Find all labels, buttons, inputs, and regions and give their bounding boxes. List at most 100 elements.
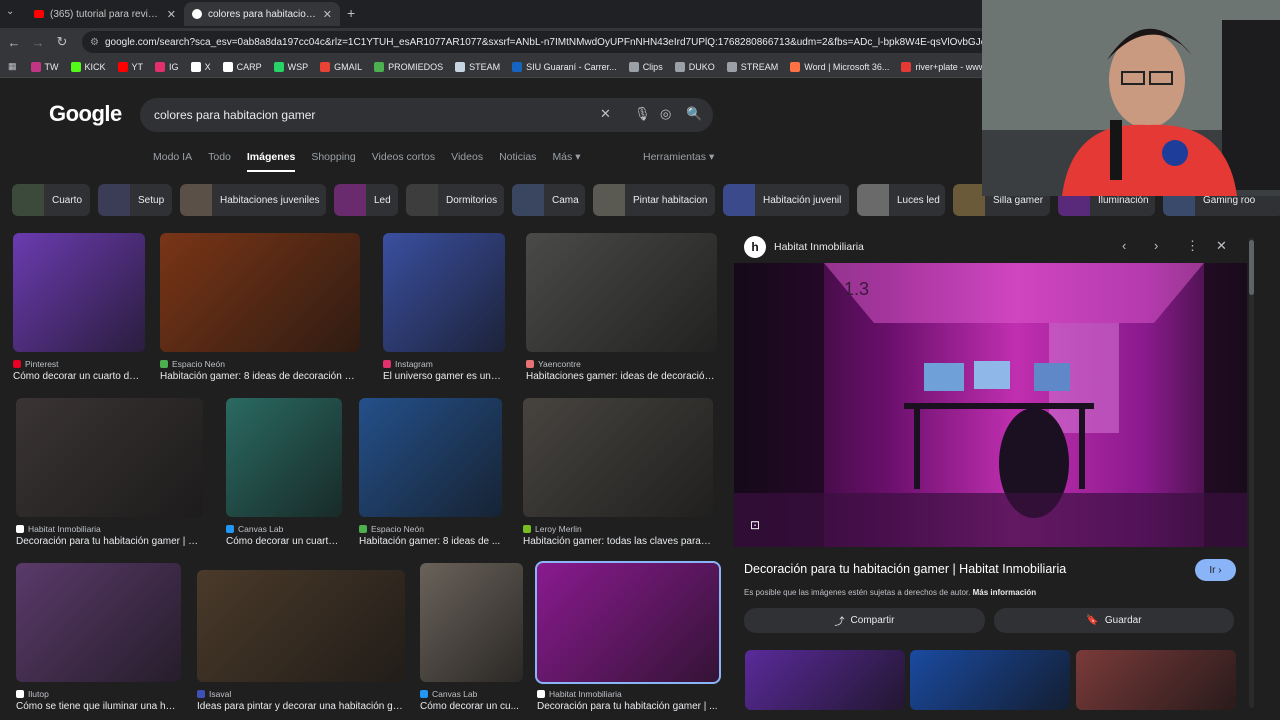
panel-scrollbar[interactable] xyxy=(1249,238,1254,708)
tab-youtube[interactable]: (365) tutorial para revivir a tu h ✕ xyxy=(26,2,184,26)
more-info-link[interactable]: Más información xyxy=(973,588,1037,597)
chip[interactable]: Habitación juvenil xyxy=(723,184,849,216)
share-button[interactable]: ⤴ Compartir xyxy=(744,608,985,633)
more-vert-icon[interactable]: ⋮ xyxy=(1186,238,1199,254)
result-caption[interactable]: Habitación gamer: todas las claves para … xyxy=(523,536,713,547)
tab-google-search[interactable]: colores para habitacion gamer ✕ xyxy=(184,2,340,26)
related-image[interactable] xyxy=(910,650,1070,710)
chevron-right-icon[interactable]: › xyxy=(1154,238,1158,253)
result-caption[interactable]: El universo gamer es una t... xyxy=(383,371,505,382)
new-tab-icon[interactable]: + xyxy=(347,5,355,21)
result-caption[interactable]: Habitaciones gamer: ideas de decoración … xyxy=(526,371,717,382)
related-image[interactable] xyxy=(1076,650,1236,710)
result-caption[interactable]: Decoración para tu habitación gamer | ..… xyxy=(537,701,719,712)
search-icon[interactable]: 🔍 xyxy=(686,106,702,122)
chip[interactable]: Cuarto xyxy=(12,184,90,216)
bookmark-item[interactable]: YT xyxy=(117,61,143,72)
apps-grid-icon[interactable]: ▦ xyxy=(8,61,17,72)
bookmark-item[interactable]: X xyxy=(190,61,211,72)
chip[interactable]: Cama xyxy=(512,184,585,216)
result-thumbnail[interactable] xyxy=(226,398,342,517)
bookmark-item[interactable]: Clips xyxy=(628,61,663,72)
filter-tab[interactable]: Imágenes xyxy=(246,151,296,172)
result-caption[interactable]: Cómo decorar un cuarto ... xyxy=(226,536,342,547)
streamer-camera-illustration xyxy=(982,0,1280,196)
close-icon[interactable]: ✕ xyxy=(323,8,332,21)
forward-icon[interactable]: → xyxy=(28,35,48,50)
result-caption[interactable]: Decoración para tu habitación gamer | Ha… xyxy=(16,536,203,547)
preview-image[interactable]: 1.3 xyxy=(734,263,1247,547)
chip[interactable]: Led xyxy=(334,184,398,216)
bookmark-item[interactable]: GMAIL xyxy=(320,61,362,72)
result-source: Leroy Merlin xyxy=(523,524,582,534)
filter-tab[interactable]: Videos cortos xyxy=(372,151,435,172)
chip[interactable]: Setup xyxy=(98,184,172,216)
bookmark-item[interactable]: PROMIEDOS xyxy=(374,61,443,72)
chip[interactable]: Habitaciones juveniles xyxy=(180,184,326,216)
result-caption[interactable]: Cómo se tiene que iluminar una hab... xyxy=(16,701,181,712)
url-field[interactable]: ⚙ google.com/search?sca_esv=0ab8a8da197c… xyxy=(82,31,1082,53)
tools-menu[interactable]: Herramientas ▾ xyxy=(643,151,714,163)
result-caption[interactable]: Cómo decorar un cuarto de... xyxy=(13,371,143,382)
clear-icon[interactable]: ✕ xyxy=(600,106,611,122)
copyright-text: Es posible que las imágenes estén sujeta… xyxy=(744,588,971,597)
bookmark-item[interactable]: STEAM xyxy=(455,61,500,72)
result-thumbnail[interactable] xyxy=(16,563,181,682)
result-caption[interactable]: Ideas para pintar y decorar una habitaci… xyxy=(197,701,405,712)
scrollbar-thumb[interactable] xyxy=(1249,240,1254,295)
result-caption[interactable]: Cómo decorar un cu... xyxy=(420,701,523,712)
share-label: Compartir xyxy=(850,615,895,626)
lens-search-icon[interactable]: ⊡ xyxy=(750,518,760,532)
bookmark-item[interactable]: CARP xyxy=(222,61,262,72)
result-thumbnail[interactable] xyxy=(523,398,713,517)
lens-icon[interactable]: ◎ xyxy=(660,106,671,122)
filter-tab[interactable]: Más ▾ xyxy=(552,151,580,172)
bookmark-icon xyxy=(790,61,801,72)
bookmark-icon: 🔖 xyxy=(1086,615,1099,626)
bookmark-icon xyxy=(190,61,201,72)
visit-button[interactable]: Ir › xyxy=(1195,559,1236,581)
bookmark-item[interactable]: STREAM xyxy=(726,61,778,72)
search-input[interactable]: colores para habitacion gamer xyxy=(154,108,315,122)
reload-icon[interactable]: ↻ xyxy=(52,34,72,50)
site-info-icon[interactable]: ⚙ xyxy=(90,37,99,48)
filter-tab[interactable]: Todo xyxy=(208,151,231,172)
panel-source-header[interactable]: h Habitat Inmobiliaria xyxy=(744,236,864,258)
filter-tab[interactable]: Modo IA xyxy=(153,151,192,172)
filter-tab[interactable]: Noticias xyxy=(499,151,536,172)
filter-tab[interactable]: Shopping xyxy=(311,151,355,172)
bookmark-item[interactable]: SIU Guaraní - Carrer... xyxy=(512,61,617,72)
bookmark-item[interactable]: WSP xyxy=(273,61,308,72)
save-button[interactable]: 🔖 Guardar xyxy=(994,608,1234,633)
result-caption[interactable]: Habitación gamer: 8 ideas de decoración … xyxy=(160,371,360,382)
microphone-icon[interactable]: 🎙 xyxy=(634,106,651,122)
bookmark-item[interactable]: Word | Microsoft 36... xyxy=(790,61,889,72)
result-thumbnail[interactable] xyxy=(160,233,360,352)
result-thumbnail[interactable] xyxy=(383,233,505,352)
related-image[interactable] xyxy=(745,650,905,710)
bookmark-item[interactable]: IG xyxy=(155,61,179,72)
close-panel-icon[interactable]: ✕ xyxy=(1216,238,1227,254)
panel-image-title[interactable]: Decoración para tu habitación gamer | Ha… xyxy=(744,562,1066,576)
bookmark-item[interactable]: TW xyxy=(30,61,59,72)
tab-search-icon[interactable]: ⌄ xyxy=(6,6,14,17)
google-logo[interactable]: Google xyxy=(49,101,122,127)
chevron-left-icon[interactable]: ‹ xyxy=(1122,238,1126,253)
result-thumbnail[interactable] xyxy=(197,570,405,682)
chip[interactable]: Dormitorios xyxy=(406,184,504,216)
result-thumbnail[interactable] xyxy=(535,561,721,684)
bookmark-item[interactable]: KICK xyxy=(70,61,106,72)
chip[interactable]: Luces led xyxy=(857,184,945,216)
result-thumbnail[interactable] xyxy=(526,233,717,352)
result-thumbnail[interactable] xyxy=(13,233,145,352)
search-box[interactable]: colores para habitacion gamer ✕ 🎙 ◎ 🔍 xyxy=(140,98,713,132)
back-icon[interactable]: ← xyxy=(4,35,24,50)
result-thumbnail[interactable] xyxy=(16,398,203,517)
result-caption[interactable]: Habitación gamer: 8 ideas de ... xyxy=(359,536,502,547)
bookmark-item[interactable]: DUKO xyxy=(674,61,715,72)
close-icon[interactable]: ✕ xyxy=(167,8,176,21)
result-thumbnail[interactable] xyxy=(420,563,523,682)
result-thumbnail[interactable] xyxy=(359,398,502,517)
filter-tab[interactable]: Videos xyxy=(451,151,483,172)
chip[interactable]: Pintar habitacion xyxy=(593,184,715,216)
